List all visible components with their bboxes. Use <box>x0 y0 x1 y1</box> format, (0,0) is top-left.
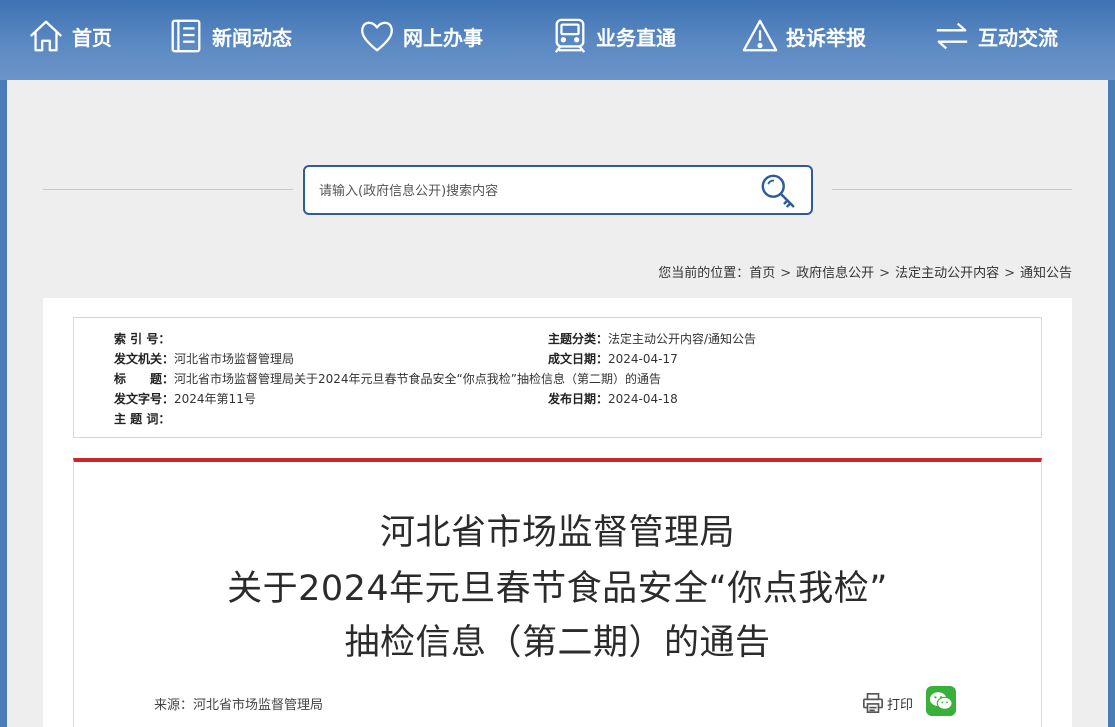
document-metadata: 索 引 号： 主题分类：法定主动公开内容/通知公告 发文机关：河北省市场监督管理… <box>73 317 1042 438</box>
home-icon <box>26 16 66 56</box>
breadcrumb-separator: > <box>780 266 792 281</box>
breadcrumb-gov-info[interactable]: 政府信息公开 <box>796 266 874 281</box>
meta-issuer: 发文机关：河北省市场监督管理局 <box>114 350 294 367</box>
breadcrumb-separator: > <box>879 266 891 281</box>
divider-left <box>43 189 293 190</box>
search-box <box>303 165 813 215</box>
divider-right <box>832 189 1072 190</box>
meta-written-date: 成文日期：2024-04-17 <box>548 350 678 367</box>
nav-item-online-services[interactable]: 网上办事 <box>357 12 483 60</box>
main-panel: 您当前的位置：首页 > 政府信息公开 > 法定主动公开内容 > 通知公告 索 引 号： 主题… <box>7 80 1108 727</box>
meta-category: 主题分类：法定主动公开内容/通知公告 <box>548 330 756 347</box>
train-icon <box>550 16 590 56</box>
search-button[interactable] <box>757 171 799 211</box>
meta-published-label: 发布日期： <box>548 392 609 406</box>
exchange-icon <box>932 16 972 56</box>
article-title-line-2: 关于2024年元旦春节食品安全“你点我检” <box>227 569 888 609</box>
nav-label: 新闻动态 <box>212 25 292 50</box>
search-key-icon <box>761 174 795 208</box>
meta-title-value: 河北省市场监督管理局关于2024年元旦春节食品安全“你点我检”抽检信息（第二期）… <box>174 372 661 386</box>
breadcrumb-statutory[interactable]: 法定主动公开内容 <box>895 266 999 281</box>
meta-keywords: 主 题 词： <box>114 410 170 427</box>
meta-published-date: 发布日期：2024-04-18 <box>548 390 678 407</box>
nav-item-interaction[interactable]: 互动交流 <box>932 12 1058 60</box>
meta-published-value: 2024-04-18 <box>608 392 678 406</box>
breadcrumb-home[interactable]: 首页 <box>749 266 775 281</box>
heart-icon <box>357 16 397 56</box>
meta-title-label: 标 题： <box>114 372 175 386</box>
meta-title: 标 题：河北省市场监督管理局关于2024年元旦春节食品安全“你点我检”抽检信息（… <box>114 370 661 387</box>
nav-label: 投诉举报 <box>786 25 866 50</box>
nav-item-complaints[interactable]: 投诉举报 <box>740 12 866 60</box>
article-title-line-3: 抽检信息（第二期）的通告 <box>344 623 771 663</box>
breadcrumb-prefix: 您当前的位置： <box>658 266 750 281</box>
meta-category-label: 主题分类： <box>548 332 609 346</box>
meta-category-value: 法定主动公开内容/通知公告 <box>608 332 757 346</box>
news-icon <box>166 16 206 56</box>
article-source: 来源：河北省市场监督管理局 <box>154 698 324 713</box>
meta-doc-number: 发文字号：2024年第11号 <box>114 390 256 407</box>
meta-docno-value: 2024年第11号 <box>174 392 256 406</box>
warning-icon <box>740 16 780 56</box>
meta-issuer-value: 河北省市场监督管理局 <box>174 352 295 366</box>
meta-index: 索 引 号： <box>114 330 170 347</box>
breadcrumb: 您当前的位置：首页 > 政府信息公开 > 法定主动公开内容 > 通知公告 <box>658 262 1072 281</box>
article: 河北省市场监督管理局 关于2024年元旦春节食品安全“你点我检” 抽检信息（第二… <box>73 458 1042 727</box>
meta-written-value: 2024-04-17 <box>608 352 678 366</box>
meta-keywords-label: 主 题 词： <box>114 412 171 426</box>
wechat-share-button[interactable] <box>926 686 956 716</box>
meta-index-label: 索 引 号： <box>114 332 171 346</box>
article-title-line-1: 河北省市场监督管理局 <box>379 513 735 553</box>
meta-written-label: 成文日期： <box>548 352 609 366</box>
nav-label: 业务直通 <box>596 25 676 50</box>
printer-icon <box>863 693 883 713</box>
print-button[interactable]: 打印 <box>862 692 913 714</box>
breadcrumb-separator: > <box>1004 266 1015 281</box>
search-input[interactable] <box>319 179 739 203</box>
nav-label: 首页 <box>72 25 112 50</box>
breadcrumb-notices[interactable]: 通知公告 <box>1020 266 1072 281</box>
top-navigation: 首页 新闻动态 网上办事 业务直通 投诉举报 互动交流 <box>0 0 1115 80</box>
nav-item-business[interactable]: 业务直通 <box>550 12 676 60</box>
meta-issuer-label: 发文机关： <box>114 352 175 366</box>
meta-docno-label: 发文字号： <box>114 392 175 406</box>
nav-label: 互动交流 <box>978 25 1058 50</box>
print-label: 打印 <box>887 697 914 713</box>
content-area: 索 引 号： 主题分类：法定主动公开内容/通知公告 发文机关：河北省市场监督管理… <box>43 298 1072 727</box>
nav-label: 网上办事 <box>403 25 483 50</box>
nav-item-home[interactable]: 首页 <box>26 12 112 60</box>
nav-item-news[interactable]: 新闻动态 <box>166 12 292 60</box>
wechat-icon <box>929 692 953 710</box>
